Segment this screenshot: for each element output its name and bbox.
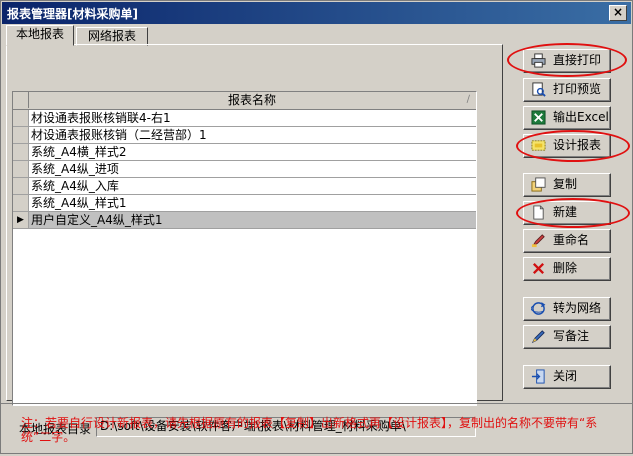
remark-icon: [531, 330, 545, 344]
export-excel-button-label: 输出Excel: [553, 110, 609, 124]
new-doc-icon: [533, 205, 544, 220]
copy-icon: [531, 177, 546, 192]
row-indicator: [13, 127, 29, 143]
report-name-cell: 材设通表报账核销（二经营部）1: [31, 128, 207, 142]
table-row[interactable]: 系统_A4纵_样式1: [13, 195, 476, 212]
close-button[interactable]: 关闭: [523, 365, 611, 389]
print-preview-button[interactable]: 打印预览: [523, 78, 611, 102]
column-header-label: 报表名称: [227, 93, 276, 107]
header-indicator-cell: [13, 92, 29, 108]
report-manager-window: 报表管理器[材料采购单] × 本地报表 网络报表 报表名称 ∕ 材设通表报账核销…: [0, 0, 633, 454]
report-name-cell: 用户自定义_A4纵_样式1: [31, 213, 163, 227]
new-button[interactable]: 新建: [523, 201, 611, 225]
copy-button-label: 复制: [553, 177, 578, 191]
new-button-label: 新建: [553, 205, 578, 219]
sort-indicator-icon: ∕: [466, 94, 470, 105]
close-button-label: 关闭: [553, 369, 578, 383]
rename-button-label: 重命名: [553, 233, 590, 247]
notice-area: 注：若要自行设计新报表，请先根据原有的报表【复制】出新格式再【设计报表】，复制出…: [1, 403, 633, 456]
title-bar[interactable]: 报表管理器[材料采购单] ×: [2, 2, 631, 24]
row-indicator: [13, 195, 29, 211]
report-name-cell: 系统_A4纵_入库: [31, 179, 119, 193]
print-preview-button-label: 打印预览: [553, 82, 602, 96]
window-close-button[interactable]: ×: [609, 5, 627, 21]
exit-icon: [531, 369, 545, 384]
export-excel-button[interactable]: 输出Excel: [523, 106, 611, 130]
write-remark-button-label: 写备注: [553, 329, 590, 343]
table-row[interactable]: 材设通表报账核销联4-右1: [13, 110, 476, 127]
notice-text: 注：若要自行设计新报表，请先根据原有的报表【复制】出新格式再【设计报表】，复制出…: [21, 416, 598, 444]
print-button-label: 直接打印: [553, 53, 602, 67]
preview-icon: [532, 82, 546, 97]
row-indicator: [13, 178, 29, 194]
row-indicator: [13, 161, 29, 177]
convert-to-network-button[interactable]: 转为网络: [523, 297, 611, 321]
design-report-button-label: 设计报表: [553, 138, 602, 152]
row-indicator: [13, 110, 29, 126]
network-icon: [531, 302, 546, 315]
convert-to-network-button-label: 转为网络: [553, 301, 602, 315]
grid-header: 报表名称 ∕: [13, 92, 476, 110]
delete-button-label: 删除: [553, 261, 578, 275]
rename-button[interactable]: 重命名: [523, 229, 611, 253]
report-name-cell: 系统_A4纵_样式1: [31, 196, 127, 210]
write-remark-button[interactable]: 写备注: [523, 325, 611, 349]
rename-icon: [531, 234, 545, 248]
tab-local-reports[interactable]: 本地报表: [6, 25, 74, 46]
design-report-button[interactable]: 设计报表: [523, 134, 611, 158]
table-row[interactable]: 材设通表报账核销（二经营部）1: [13, 127, 476, 144]
excel-icon: [531, 110, 546, 125]
row-indicator: [13, 144, 29, 160]
report-name-cell: 系统_A4纵_进项: [31, 162, 119, 176]
print-button[interactable]: 直接打印: [523, 49, 611, 73]
report-grid[interactable]: 报表名称 ∕ 材设通表报账核销联4-右1 材设通表报账核销（二经营部）1 系统_…: [12, 91, 477, 406]
delete-button[interactable]: 删除: [523, 257, 611, 281]
tab-panel: 报表名称 ∕ 材设通表报账核销联4-右1 材设通表报账核销（二经营部）1 系统_…: [6, 44, 503, 437]
report-name-cell: 系统_A4横_样式2: [31, 145, 127, 159]
table-row[interactable]: 系统_A4横_样式2: [13, 144, 476, 161]
delete-icon: [532, 262, 545, 275]
window-title: 报表管理器[材料采购单]: [7, 7, 138, 21]
table-row[interactable]: 系统_A4纵_入库: [13, 178, 476, 195]
table-row[interactable]: 系统_A4纵_进项: [13, 161, 476, 178]
table-row-selected[interactable]: ▶ 用户自定义_A4纵_样式1: [13, 212, 476, 229]
column-header-report-name[interactable]: 报表名称: [29, 92, 475, 108]
current-row-arrow-icon: ▶: [13, 212, 29, 228]
design-icon: [531, 140, 546, 151]
printer-icon: [531, 53, 546, 68]
copy-button[interactable]: 复制: [523, 173, 611, 197]
report-name-cell: 材设通表报账核销联4-右1: [31, 111, 171, 125]
